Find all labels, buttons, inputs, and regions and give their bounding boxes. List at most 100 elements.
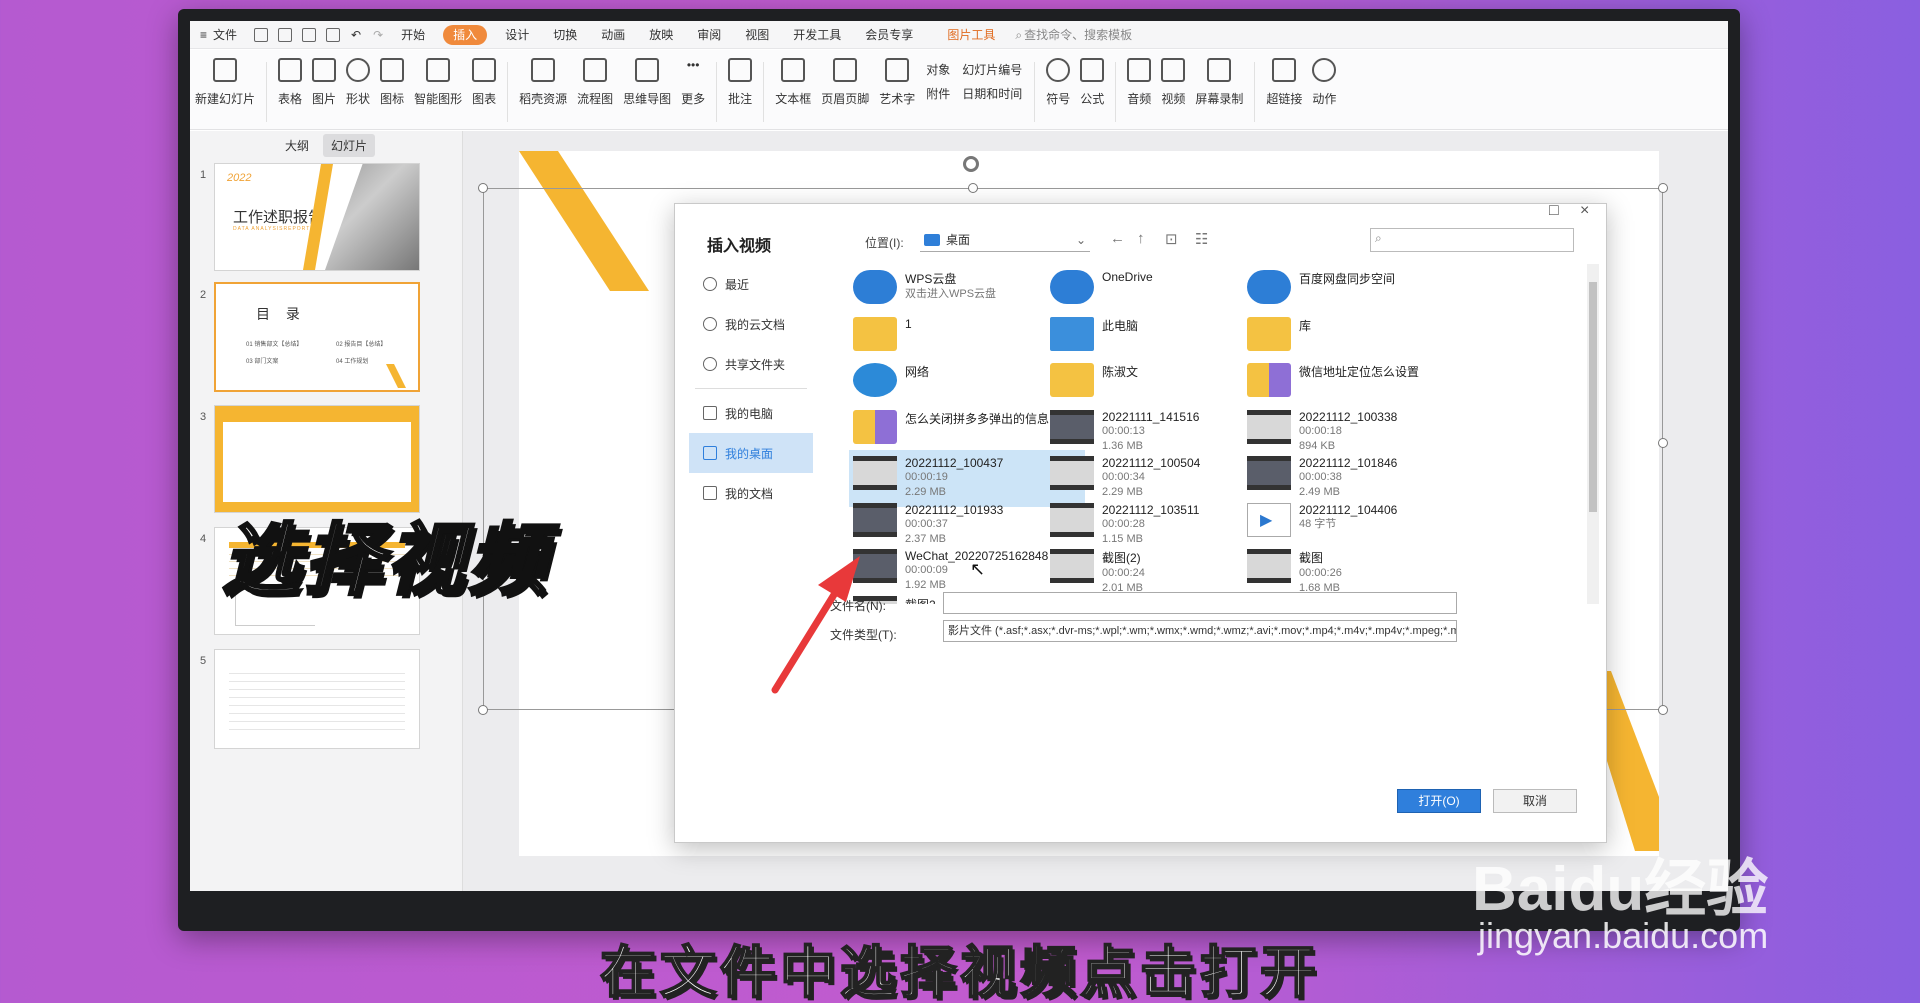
- open-button[interactable]: 打开(O): [1397, 789, 1481, 813]
- file-menu[interactable]: 文件: [211, 21, 249, 49]
- location-label: 位置(I):: [865, 236, 904, 250]
- redo-icon[interactable]: ↷: [367, 21, 389, 49]
- tab-developer[interactable]: 开发工具: [781, 21, 853, 49]
- video-file-icon: [853, 456, 897, 490]
- resize-handle[interactable]: [1658, 183, 1668, 193]
- cancel-button[interactable]: 取消: [1493, 789, 1577, 813]
- tab-slideshow[interactable]: 放映: [637, 21, 685, 49]
- date-time-button[interactable]: 日期和时间: [962, 82, 1022, 106]
- new-slide-button[interactable]: 新建幻灯片: [195, 58, 255, 107]
- slide5-table: [229, 666, 405, 736]
- file-info: 20221112_103511 00:00:28 1.15 MB: [1102, 503, 1199, 547]
- tab-outline[interactable]: 大纲: [277, 134, 317, 157]
- menu-icon[interactable]: ≡: [190, 21, 211, 49]
- table-button[interactable]: 表格: [278, 58, 302, 107]
- audio-button[interactable]: 音频: [1127, 58, 1151, 107]
- shape-button[interactable]: 形状: [346, 58, 370, 107]
- file-info: 20221112_101933 00:00:37 2.37 MB: [905, 503, 1003, 547]
- command-search[interactable]: 查找命令、搜索模板: [1024, 21, 1144, 49]
- print-icon[interactable]: [302, 27, 317, 42]
- place-shared-folder[interactable]: 共享文件夹: [689, 344, 813, 384]
- tab-view[interactable]: 视图: [733, 21, 781, 49]
- slide-number: 3: [200, 411, 207, 423]
- slide-thumbnail-1[interactable]: 2022 工作述职报告 DATA ANALYSISREPORT: [214, 163, 420, 271]
- filetype-select[interactable]: 影片文件 (*.asf;*.asx;*.dvr-ms;*.wpl;*.wm;*.…: [943, 620, 1457, 642]
- tab-picture-tools[interactable]: 图片工具: [935, 21, 1007, 49]
- place-my-desktop[interactable]: 我的桌面: [689, 433, 813, 473]
- file-meta: 00:00:26: [1299, 567, 1342, 579]
- wordart-button[interactable]: 艺术字: [879, 58, 915, 107]
- comment-button[interactable]: 批注: [728, 58, 752, 107]
- close-icon[interactable]: ×: [1580, 202, 1589, 220]
- attachment-button[interactable]: 附件: [926, 82, 950, 106]
- textbox-button[interactable]: 文本框: [775, 58, 811, 107]
- tab-transition[interactable]: 切换: [541, 21, 589, 49]
- more-button[interactable]: ••• 更多: [681, 58, 705, 107]
- slide1-photo: [325, 164, 419, 270]
- insert-video-dialog: □ × 插入视频 位置(I): 桌面 ⌄ ← ↑ ⊡ ☷ ⌕ 最近 我的云文档 …: [674, 202, 1607, 843]
- object-button[interactable]: 对象: [926, 58, 950, 82]
- file-name: 怎么关闭拼多多弹出的信息: [905, 411, 1050, 426]
- export-icon[interactable]: [278, 27, 293, 42]
- resources-button[interactable]: 稻壳资源: [519, 58, 567, 107]
- slide3-panel: [223, 422, 411, 502]
- video-file-icon: [1247, 549, 1291, 583]
- slide-thumbnail-3[interactable]: [214, 405, 420, 513]
- symbol-button[interactable]: 符号: [1046, 58, 1070, 107]
- file-name: 此电脑: [1102, 318, 1139, 333]
- file-name: WPS云盘: [905, 272, 957, 286]
- video-button[interactable]: 视频: [1161, 58, 1185, 107]
- resize-handle[interactable]: [968, 183, 978, 193]
- undo-icon[interactable]: ↶: [345, 21, 367, 49]
- place-recent[interactable]: 最近: [689, 264, 813, 304]
- filename-input[interactable]: [943, 592, 1457, 614]
- resize-handle[interactable]: [1658, 705, 1668, 715]
- file-list-scrollbar[interactable]: [1587, 264, 1599, 604]
- resize-handle[interactable]: [478, 705, 488, 715]
- tab-design[interactable]: 设计: [493, 21, 541, 49]
- rotate-handle-icon[interactable]: [963, 156, 979, 172]
- resize-handle[interactable]: [1658, 438, 1668, 448]
- screen-record-button[interactable]: 屏幕录制: [1195, 58, 1243, 107]
- tab-insert[interactable]: 插入: [443, 24, 488, 45]
- tab-slides[interactable]: 幻灯片: [323, 133, 376, 157]
- tab-member[interactable]: 会员专享: [853, 21, 925, 49]
- tab-animation[interactable]: 动画: [589, 21, 637, 49]
- slide-number-button[interactable]: 幻灯片编号: [962, 58, 1022, 82]
- slide1-subtitle: DATA ANALYSISREPORT: [233, 226, 311, 232]
- smartart-button[interactable]: 智能图形: [414, 58, 462, 107]
- place-my-computer[interactable]: 我的电脑: [689, 393, 813, 433]
- action-button[interactable]: 动作: [1312, 58, 1336, 107]
- object-attach-group: 对象 附件: [926, 58, 950, 106]
- chart-button[interactable]: 图表: [472, 58, 496, 107]
- mindmap-button[interactable]: 思维导图: [623, 58, 671, 107]
- new-folder-icon[interactable]: ⊡: [1165, 230, 1178, 248]
- search-input[interactable]: ⌕: [1370, 228, 1574, 252]
- tab-review[interactable]: 审阅: [685, 21, 733, 49]
- tab-home[interactable]: 开始: [389, 21, 437, 49]
- mindmap-icon: [635, 58, 660, 82]
- flowchart-button[interactable]: 流程图: [577, 58, 613, 107]
- maximize-icon[interactable]: □: [1549, 202, 1559, 220]
- location-combo[interactable]: 桌面 ⌄: [920, 228, 1090, 252]
- slide2-item: 04 工作规划: [336, 359, 369, 365]
- file-meta: 00:00:34: [1102, 471, 1145, 483]
- hyperlink-button[interactable]: 超链接: [1266, 58, 1302, 107]
- save-icon[interactable]: [254, 27, 269, 42]
- slide-thumbnail-2[interactable]: 目 录 01 销售部文【总结】 02 报告目【总结】 03 部门文案 04 工作…: [214, 282, 420, 392]
- up-icon[interactable]: ↑: [1137, 230, 1145, 247]
- formula-button[interactable]: 公式: [1080, 58, 1104, 107]
- preview-icon[interactable]: [326, 27, 341, 42]
- resize-handle[interactable]: [478, 183, 488, 193]
- header-footer-button[interactable]: 页眉页脚: [821, 58, 869, 107]
- back-icon[interactable]: ←: [1110, 230, 1125, 247]
- icon-button[interactable]: 图标: [380, 58, 404, 107]
- place-cloud-docs[interactable]: 我的云文档: [689, 304, 813, 344]
- picture-button[interactable]: 图片: [312, 58, 336, 107]
- file-info: 20221112_104406 48 字节: [1299, 503, 1397, 532]
- scroll-thumb[interactable]: [1589, 282, 1597, 512]
- slide-thumbnail-5[interactable]: [214, 649, 420, 749]
- file-name: 20221112_101846: [1299, 456, 1398, 470]
- view-menu-icon[interactable]: ☷: [1195, 230, 1208, 248]
- place-my-documents[interactable]: 我的文档: [689, 473, 813, 513]
